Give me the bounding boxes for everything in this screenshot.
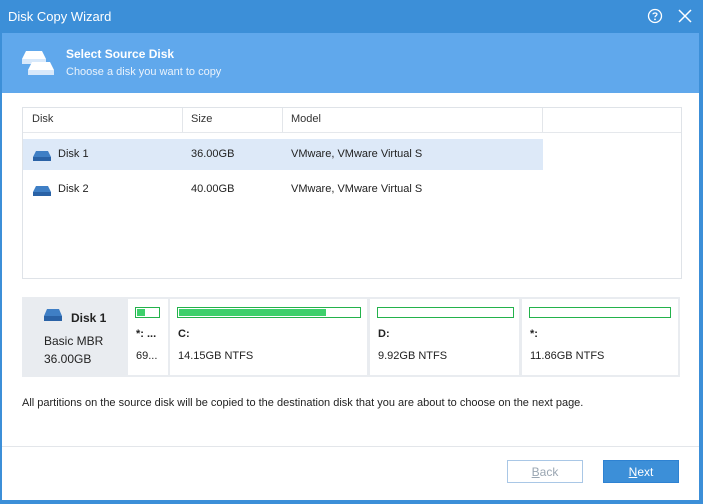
partition-info: 14.15GB NTFS (178, 350, 254, 362)
column-divider (182, 108, 183, 132)
disk-copy-icon (22, 51, 54, 75)
row-disk-model: VMware, VMware Virtual S (291, 183, 423, 195)
window-frame-right (699, 33, 703, 504)
header-title: Select Source Disk (66, 47, 175, 61)
disk-map-type: Basic MBR (44, 334, 104, 348)
partition-label: *: (530, 328, 538, 340)
partition-block[interactable]: *: ... 69... (128, 299, 168, 375)
next-button[interactable]: Next (603, 460, 679, 483)
hard-disk-icon (33, 151, 51, 161)
window-frame-bottom (0, 500, 703, 504)
disk-map-size: 36.00GB (44, 352, 92, 366)
disk-table: Disk Size Model Disk 1 36.00GB VMware, V… (22, 107, 682, 279)
partition-info: 11.86GB NTFS (530, 350, 605, 362)
window-frame-left (0, 33, 2, 504)
partition-info: 9.92GB NTFS (378, 350, 448, 362)
partition-usage-bar (529, 307, 671, 318)
partition-label: D: (378, 328, 390, 340)
partition-block[interactable]: C: 14.15GB NTFS (170, 299, 367, 375)
column-divider (282, 108, 283, 132)
row-disk-size: 36.00GB (191, 148, 235, 160)
footer-divider (0, 446, 703, 447)
column-header-size[interactable]: Size (191, 113, 212, 125)
table-row-disk-2[interactable]: Disk 2 40.00GB VMware, VMware Virtual S (23, 174, 543, 205)
partition-usage-bar (377, 307, 514, 318)
back-button[interactable]: Back (507, 460, 583, 483)
window-title: Disk Copy Wizard (8, 9, 112, 24)
disk-map-info[interactable]: Disk 1 Basic MBR 36.00GB (22, 297, 124, 377)
disk-map-name: Disk 1 (71, 311, 107, 325)
wizard-header: Select Source Disk Choose a disk you wan… (0, 33, 703, 93)
row-disk-name: Disk 2 (58, 183, 89, 195)
table-row-disk-1[interactable]: Disk 1 36.00GB VMware, VMware Virtual S (23, 139, 543, 170)
column-header-disk[interactable]: Disk (32, 113, 53, 125)
close-icon[interactable] (677, 8, 693, 24)
partition-usage-bar (177, 307, 361, 318)
partition-usage-fill (179, 309, 327, 316)
title-bar: Disk Copy Wizard (0, 0, 703, 33)
partition-usage-bar (135, 307, 160, 318)
partition-label: C: (178, 328, 190, 340)
column-header-model[interactable]: Model (291, 113, 321, 125)
row-disk-size: 40.00GB (191, 183, 235, 195)
partition-block[interactable]: D: 9.92GB NTFS (370, 299, 519, 375)
partition-usage-fill (137, 309, 146, 316)
hard-disk-icon (33, 186, 51, 196)
table-header: Disk Size Model (23, 108, 681, 133)
disk-map: Disk 1 Basic MBR 36.00GB *: ... 69... C:… (22, 297, 680, 377)
header-subtitle: Choose a disk you want to copy (66, 66, 222, 78)
row-disk-name: Disk 1 (58, 148, 89, 160)
partition-info: 69... (136, 350, 158, 362)
column-divider (542, 108, 543, 132)
row-disk-model: VMware, VMware Virtual S (291, 148, 423, 160)
partition-block[interactable]: *: 11.86GB NTFS (522, 299, 678, 375)
partition-label: *: ... (136, 328, 157, 340)
copy-note: All partitions on the source disk will b… (22, 397, 584, 409)
help-icon[interactable] (647, 8, 663, 24)
hard-disk-icon (44, 309, 62, 321)
